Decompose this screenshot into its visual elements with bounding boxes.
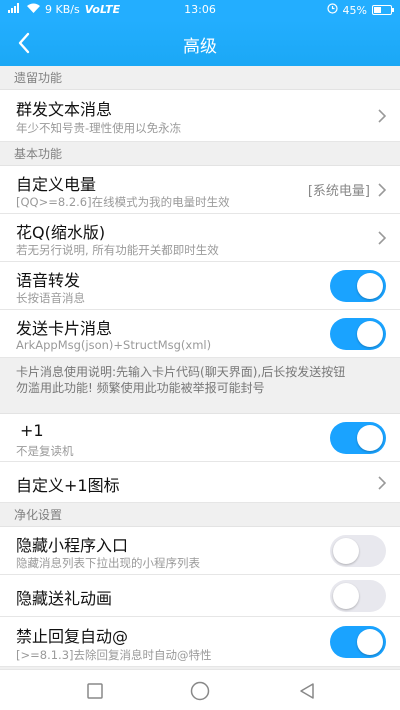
toggle-knob: [357, 629, 383, 655]
hide-miniapp-subtitle: 隐藏消息列表下拉出现的小程序列表: [16, 556, 200, 570]
disable-auto-at-item[interactable]: 禁止回复自动@ [>=8.1.3]去除回复消息时自动@特性: [0, 617, 400, 667]
hide-miniapp-title: 隐藏小程序入口: [16, 536, 129, 555]
custom-battery-item[interactable]: 自定义电量 [QQ>=8.2.6]在线模式为我的电量时生效 [系统电量]: [0, 166, 400, 214]
card-notice-line1: 卡片消息使用说明:先输入卡片代码(聊天界面),后长按发送按钮: [16, 365, 346, 379]
alarm-icon: [326, 3, 338, 17]
custom-plus-one-icon-title: 自定义+1图标: [16, 476, 120, 495]
custom-battery-value: [系统电量]: [307, 184, 370, 199]
circle-icon: [190, 681, 210, 701]
voice-forward-title: 语音转发: [16, 271, 81, 290]
group-message-title: 群发文本消息: [16, 100, 113, 119]
page-title: 高级: [183, 37, 217, 57]
section-header-legacy: 遗留功能: [0, 66, 400, 90]
chevron-right-icon: [378, 476, 386, 490]
battery-percent: 45%: [342, 3, 367, 17]
home-button[interactable]: [187, 678, 213, 704]
plus-one-subtitle: 不是复读机: [16, 444, 74, 458]
toggle-knob: [333, 583, 359, 609]
chevron-right-icon: [378, 109, 386, 123]
flower-q-item[interactable]: 花Q(缩水版) 若无另行说明, 所有功能开关都即时生效: [0, 214, 400, 262]
custom-battery-title: 自定义电量: [16, 175, 97, 194]
section-header-basic: 基本功能: [0, 142, 400, 166]
card-notice-line2: 勿滥用此功能! 频繁使用此功能被举报可能封号: [16, 381, 265, 395]
group-message-subtitle: 年少不知号贵-理性使用以免永冻: [16, 121, 182, 135]
hide-miniapp-item[interactable]: 隐藏小程序入口 隐藏消息列表下拉出现的小程序列表: [0, 527, 400, 575]
recent-apps-button[interactable]: [82, 678, 108, 704]
settings-list[interactable]: 遗留功能 群发文本消息 年少不知号贵-理性使用以免永冻 基本功能 自定义电量 […: [0, 66, 400, 669]
send-card-title: 发送卡片消息: [16, 319, 113, 338]
chevron-right-icon: [378, 231, 386, 245]
disable-auto-at-subtitle: [>=8.1.3]去除回复消息时自动@特性: [16, 648, 212, 662]
flower-q-title: 花Q(缩水版): [16, 223, 106, 242]
plus-one-item[interactable]: +1 不是复读机: [0, 414, 400, 462]
hide-gift-anim-title: 隐藏送礼动画: [16, 589, 113, 608]
group-message-item[interactable]: 群发文本消息 年少不知号贵-理性使用以免永冻: [0, 90, 400, 142]
voice-forward-item[interactable]: 语音转发 长按语音消息: [0, 262, 400, 310]
system-nav-bar: [0, 669, 400, 710]
send-card-item[interactable]: 发送卡片消息 ArkAppMsg(json)+StructMsg(xml): [0, 310, 400, 358]
flower-q-subtitle: 若无另行说明, 所有功能开关都即时生效: [16, 243, 219, 257]
plus-one-toggle[interactable]: [330, 422, 386, 454]
custom-battery-subtitle: [QQ>=8.2.6]在线模式为我的电量时生效: [16, 195, 230, 209]
toggle-knob: [357, 321, 383, 347]
status-bar: 9 KB/s VoLTE 13:06 45%: [0, 0, 400, 20]
voice-forward-subtitle: 长按语音消息: [16, 291, 85, 305]
toggle-knob: [333, 538, 359, 564]
plus-one-title: +1: [20, 421, 44, 440]
toggle-knob: [357, 273, 383, 299]
hide-gift-anim-item[interactable]: 隐藏送礼动画: [0, 575, 400, 617]
nav-back-button[interactable]: [294, 678, 320, 704]
disable-auto-at-toggle[interactable]: [330, 626, 386, 658]
send-card-subtitle: ArkAppMsg(json)+StructMsg(xml): [16, 338, 212, 352]
custom-plus-one-icon-item[interactable]: 自定义+1图标: [0, 462, 400, 503]
hide-miniapp-toggle[interactable]: [330, 535, 386, 567]
voice-forward-toggle[interactable]: [330, 270, 386, 302]
send-card-toggle[interactable]: [330, 318, 386, 350]
chevron-right-icon: [378, 183, 386, 197]
triangle-back-icon: [300, 683, 314, 699]
card-notice: 卡片消息使用说明:先输入卡片代码(聊天界面),后长按发送按钮 勿滥用此功能! 频…: [0, 358, 400, 414]
disable-auto-at-title: 禁止回复自动@: [16, 627, 129, 646]
title-bar: 高级: [0, 20, 400, 66]
toggle-knob: [357, 425, 383, 451]
battery-icon: [372, 5, 394, 15]
square-icon: [87, 683, 103, 699]
hide-gift-anim-toggle[interactable]: [330, 580, 386, 612]
section-header-purify: 净化设置: [0, 503, 400, 527]
